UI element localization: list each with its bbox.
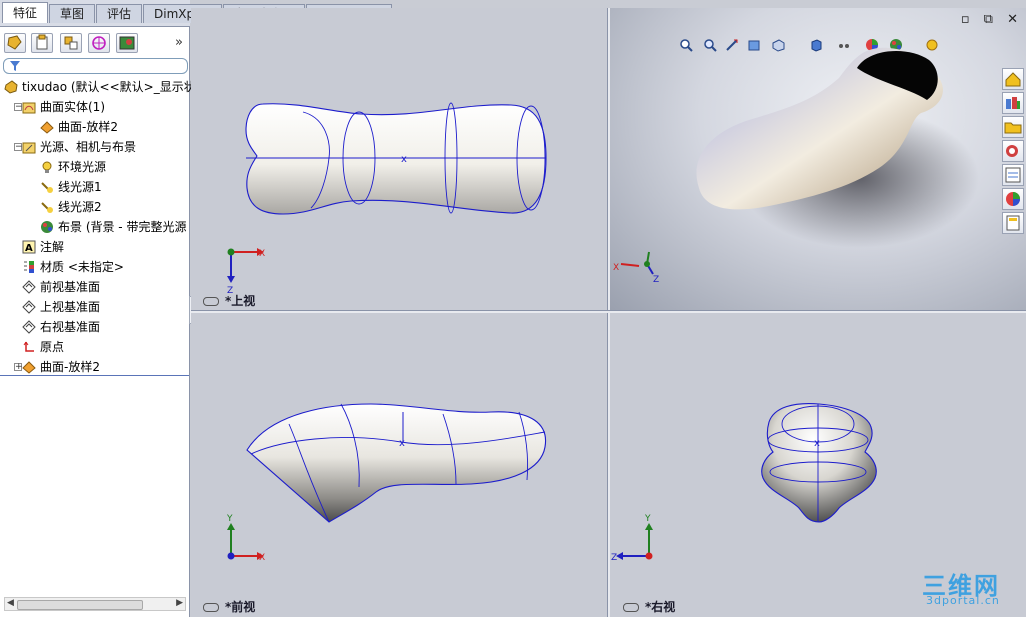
solidworks-window: 特征草图评估DimXpert办公室产品Simulation » tixuda — [0, 0, 1026, 617]
right-triad-z-label: Z — [611, 553, 617, 563]
tree-item-label: 注解 — [40, 240, 65, 254]
tree-root-part[interactable]: tixudao (默认<<默认>_显示状 — [0, 77, 196, 97]
tree-item[interactable]: 曲面-放样2 — [0, 117, 189, 137]
display-manager-tab-icon[interactable] — [116, 33, 138, 53]
tree-item-label: tixudao (默认<<默认>_显示状 — [22, 80, 196, 94]
plane-icon — [22, 300, 36, 314]
link-views-icon[interactable] — [203, 603, 219, 612]
svg-text:x: x — [401, 154, 407, 165]
svg-text:A: A — [25, 243, 33, 254]
dimxpert-manager-tab-icon[interactable] — [88, 33, 110, 53]
tree-item-label: 光源、相机与布景 — [40, 140, 137, 154]
feature-manager-panel: » tixudao (默认<<默认>_显示状 − 曲面实体(1) 曲面-放样2 − 光源、… — [0, 27, 196, 617]
svg-text:x: x — [399, 438, 405, 449]
tab-features[interactable]: 特征 — [2, 2, 49, 23]
scrollbar-thumb[interactable] — [17, 600, 143, 610]
collapse-icon[interactable]: − — [14, 103, 23, 112]
tree-item-label: 右视基准面 — [40, 320, 101, 334]
top-view-model: x X Z — [227, 102, 547, 296]
front-view-model: x X Y — [226, 403, 547, 563]
tree-item-label: 曲面-放样2 — [40, 360, 100, 374]
tree-item[interactable]: 原点 — [0, 337, 189, 357]
tree-item-label: 布景 (背景 - 带完整光源 — [58, 220, 187, 234]
tab-sketch[interactable]: 草图 — [49, 4, 96, 23]
tree-item-label: 曲面-放样2 — [58, 120, 118, 134]
tree-horizontal-scrollbar[interactable]: ◀ ▶ — [4, 597, 186, 611]
viewport-horizontal-splitter[interactable] — [191, 310, 1026, 313]
feature-manager-tab-icon[interactable] — [4, 33, 26, 53]
tree-item[interactable]: − 光源、相机与布景 — [0, 137, 189, 157]
annotations-icon: A — [22, 240, 36, 254]
tree-item-label: 上视基准面 — [40, 300, 101, 314]
ambient-light-icon — [42, 161, 52, 173]
link-views-icon[interactable] — [203, 297, 219, 306]
collapse-icon[interactable]: − — [14, 143, 23, 152]
right-view-label: *右视 — [623, 598, 675, 615]
tree-item[interactable]: − 曲面实体(1) — [0, 97, 189, 117]
front-triad-x-label: X — [259, 553, 265, 563]
right-triad-y-label: Y — [644, 514, 651, 524]
link-views-icon[interactable] — [623, 603, 639, 612]
scene-icon — [41, 221, 53, 233]
tree-item[interactable]: 右视基准面 — [0, 317, 189, 337]
tree-item[interactable]: 材质 <未指定> — [0, 257, 189, 277]
part-icon — [4, 80, 18, 94]
material-icon — [24, 261, 34, 273]
origin-icon — [23, 341, 34, 352]
isometric-shaded-model: X Z — [613, 47, 979, 285]
tree-filter-input[interactable] — [3, 58, 188, 74]
tree-item[interactable]: 线光源2 — [0, 197, 189, 217]
tree-item[interactable]: 环境光源 — [0, 157, 189, 177]
directional-light-icon — [41, 182, 53, 193]
filter-icon — [10, 61, 20, 71]
iso-triad-z-label: Z — [653, 275, 659, 285]
surface-loft-icon — [22, 361, 36, 374]
top-triad-x-label: X — [259, 249, 265, 259]
property-manager-tab-icon[interactable] — [31, 33, 53, 53]
top-view-label: *上视 — [203, 292, 255, 309]
toolbar-overflow-chevron-icon[interactable]: » — [175, 35, 183, 50]
scroll-left-icon[interactable]: ◀ — [7, 598, 14, 608]
tree-item[interactable]: 布景 (背景 - 带完整光源 — [0, 217, 189, 237]
surface-folder-icon — [22, 102, 36, 114]
directional-light-icon — [41, 202, 53, 213]
tree-item-label: 线光源1 — [58, 180, 102, 194]
surface-loft-icon — [40, 121, 54, 134]
scroll-right-icon[interactable]: ▶ — [176, 598, 183, 608]
lights-folder-icon — [22, 142, 36, 154]
svg-text:x: x — [814, 438, 820, 449]
watermark: 三维网 3dportal.cn — [922, 572, 1000, 607]
tree-item-label: 曲面实体(1) — [40, 100, 105, 114]
tree-item[interactable]: 线光源1 — [0, 177, 189, 197]
tree-item-label: 材质 <未指定> — [40, 260, 124, 274]
viewport-front[interactable]: x X Y *前视 — [191, 312, 607, 617]
plane-icon — [22, 320, 36, 334]
plane-icon — [22, 280, 36, 294]
tree-item[interactable]: 前视基准面 — [0, 277, 189, 297]
front-view-label: *前视 — [203, 598, 255, 615]
tree-item[interactable]: + 曲面-放样2 — [0, 357, 189, 377]
tree-item[interactable]: A 注解 — [0, 237, 189, 257]
feature-manager-toolbar: » — [2, 33, 187, 55]
viewport-top[interactable]: x X Z *上视 — [191, 8, 607, 310]
tree-item-label: 原点 — [40, 340, 65, 354]
iso-triad-x-label: X — [613, 263, 619, 273]
tree-item-label: 线光源2 — [58, 200, 102, 214]
viewport-isometric[interactable]: ▫ ⧉ ✕ X Z — [609, 8, 1026, 310]
expand-icon[interactable]: + — [14, 363, 23, 372]
command-tab-strip: 特征草图评估DimXpert办公室产品Simulation — [0, 0, 393, 27]
tree-item-label: 环境光源 — [58, 160, 107, 174]
rollback-bar[interactable] — [0, 375, 189, 376]
viewport-right[interactable]: x Z Y *右视 三维网 3dportal.cn — [609, 312, 1026, 617]
tree-item[interactable]: 上视基准面 — [0, 297, 189, 317]
configuration-manager-tab-icon[interactable] — [60, 33, 82, 53]
tree-item-label: 前视基准面 — [40, 280, 101, 294]
front-triad-y-label: Y — [226, 514, 233, 524]
tab-evaluate[interactable]: 评估 — [96, 4, 143, 23]
